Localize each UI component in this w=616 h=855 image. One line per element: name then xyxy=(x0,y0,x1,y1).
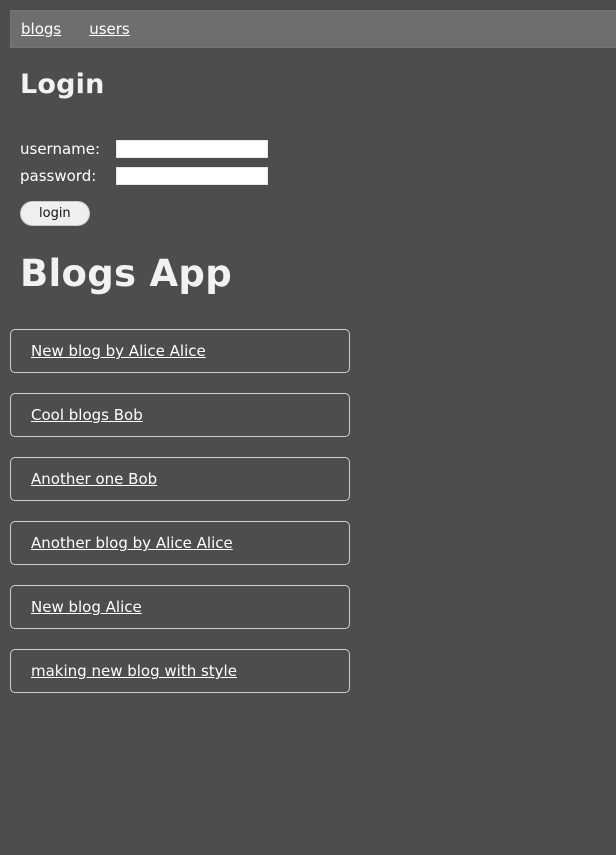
username-row: username: xyxy=(20,138,360,160)
password-input[interactable] xyxy=(116,167,268,185)
blog-link[interactable]: making new blog with style xyxy=(31,662,237,680)
blogs-app-heading: Blogs App xyxy=(20,252,232,295)
navbar: blogs users xyxy=(10,10,616,48)
login-button[interactable]: login xyxy=(20,201,90,226)
blog-list-item[interactable]: Cool blogs Bob xyxy=(10,393,350,437)
nav-link-blogs[interactable]: blogs xyxy=(21,21,61,37)
blog-list-item[interactable]: Another one Bob xyxy=(10,457,350,501)
nav-link-users[interactable]: users xyxy=(89,21,130,37)
login-form: username: password: login xyxy=(20,138,360,226)
blog-list-item[interactable]: New blog by Alice Alice xyxy=(10,329,350,373)
blog-list: New blog by Alice Alice Cool blogs Bob A… xyxy=(10,329,350,713)
username-input[interactable] xyxy=(116,140,268,158)
blog-link[interactable]: Another blog by Alice Alice xyxy=(31,534,233,552)
username-label: username: xyxy=(20,140,101,158)
login-heading: Login xyxy=(20,69,105,100)
blog-list-item[interactable]: making new blog with style xyxy=(10,649,350,693)
blog-link[interactable]: New blog by Alice Alice xyxy=(31,342,206,360)
blog-list-item[interactable]: New blog Alice xyxy=(10,585,350,629)
blog-link[interactable]: Cool blogs Bob xyxy=(31,406,143,424)
blog-link[interactable]: Another one Bob xyxy=(31,470,157,488)
password-row: password: xyxy=(20,165,360,187)
password-label: password: xyxy=(20,167,97,185)
blog-list-item[interactable]: Another blog by Alice Alice xyxy=(10,521,350,565)
blog-link[interactable]: New blog Alice xyxy=(31,598,142,616)
